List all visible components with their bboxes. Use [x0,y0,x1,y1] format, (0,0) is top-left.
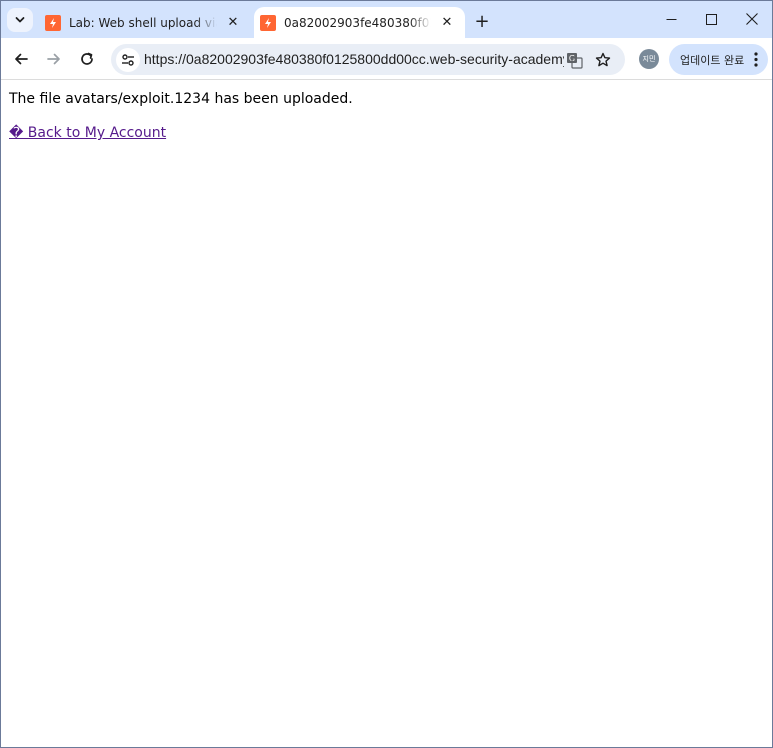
tab-title: 0a82002903fe480380f0125800dd00cc.web-sec… [284,15,431,30]
back-button[interactable] [7,45,35,73]
tab-title: Lab: Web shell upload via extension blac… [69,15,217,30]
upload-message: The file avatars/exploit.1234 has been u… [9,91,353,107]
translate-button[interactable]: G [563,49,585,71]
update-button-label: 업데이트 완료 [680,53,745,67]
chevron-down-icon [15,17,25,23]
bookmark-button[interactable] [592,49,614,71]
reload-button[interactable] [73,45,101,73]
portswigger-favicon-icon [260,14,276,31]
arrow-right-icon [47,53,60,65]
translate-icon: G [566,52,583,69]
portswigger-favicon-icon [45,14,61,31]
url-text[interactable]: https://0a82002903fe480380f0125800dd00cc… [144,51,564,67]
more-vertical-icon [754,52,758,67]
close-window-button[interactable] [732,5,772,33]
back-to-account-link[interactable]: � Back to My Account [9,125,166,141]
close-tab-icon[interactable]: ✕ [437,13,457,33]
browser-window: Lab: Web shell upload via extension blac… [0,0,773,748]
reload-icon [81,52,93,65]
tab-upload-result[interactable]: 0a82002903fe480380f0125800dd00cc.web-sec… [254,7,465,38]
forward-button[interactable] [40,45,68,73]
tab-lab[interactable]: Lab: Web shell upload via extension blac… [39,7,251,38]
star-icon [595,52,611,67]
tune-icon [122,54,134,66]
address-bar[interactable]: https://0a82002903fe480380f0125800dd00cc… [111,44,625,75]
site-info-button[interactable] [116,48,140,72]
page-content: The file avatars/exploit.1234 has been u… [1,81,772,747]
close-icon [746,13,758,25]
browser-toolbar: https://0a82002903fe480380f0125800dd00cc… [1,38,772,80]
profile-avatar[interactable]: 지민 [639,49,659,69]
minimize-icon [666,18,676,20]
maximize-button[interactable] [691,5,731,33]
close-tab-icon[interactable]: ✕ [223,13,243,33]
update-button[interactable]: 업데이트 완료 [669,44,768,75]
minimize-button[interactable] [651,5,691,33]
arrow-left-icon [15,53,28,65]
new-tab-button[interactable]: + [471,10,493,32]
tab-strip: Lab: Web shell upload via extension blac… [1,1,772,38]
maximize-icon [705,13,717,25]
tab-search-button[interactable] [7,8,33,32]
